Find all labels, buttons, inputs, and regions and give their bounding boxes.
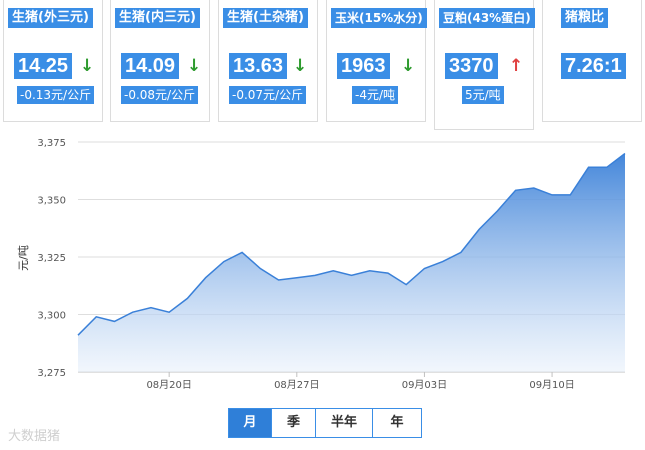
data-point[interactable] <box>258 267 262 271</box>
data-point[interactable] <box>550 193 554 197</box>
data-point[interactable] <box>459 250 463 254</box>
card-title: 生猪(土杂猪) <box>223 8 308 28</box>
data-point[interactable] <box>350 273 354 277</box>
price-card-pig-inner[interactable]: 生猪(内三元) 14.09 ↓ -0.08元/公斤 <box>110 0 210 122</box>
card-change: -0.07元/公斤 <box>229 86 307 104</box>
arrow-down-icon: ↓ <box>293 56 308 76</box>
data-point[interactable] <box>441 260 445 264</box>
x-tick-label: 08月20日 <box>146 379 191 391</box>
card-price: 14.09 <box>121 53 180 79</box>
price-card-soybean-meal[interactable]: 豆粕(43%蛋白) 3370 ↑ 5元/吨 <box>434 0 535 130</box>
arrow-down-icon: ↓ <box>80 56 95 76</box>
card-change: -0.08元/公斤 <box>121 86 199 104</box>
data-point[interactable] <box>240 250 244 254</box>
data-point[interactable] <box>386 271 390 275</box>
data-point[interactable] <box>368 269 372 273</box>
data-point[interactable] <box>222 260 226 264</box>
data-point[interactable] <box>167 310 171 314</box>
price-card-pig-grain-ratio[interactable]: 猪粮比 7.26:1 <box>542 0 642 122</box>
arrow-down-icon: ↓ <box>401 56 416 76</box>
data-point[interactable] <box>204 276 208 280</box>
price-chart: 3,275 3,300 3,325 3,350 3,375 08月20日 08月27日 09月… <box>0 125 645 405</box>
data-point[interactable] <box>277 278 281 282</box>
price-card-corn[interactable]: 玉米(15%水分) 1963 ↓ -4元/吨 <box>326 0 427 122</box>
card-title: 猪粮比 <box>561 8 609 28</box>
price-card-pig-local[interactable]: 生猪(土杂猪) 13.63 ↓ -0.07元/公斤 <box>218 0 318 122</box>
range-button-half-year[interactable]: 半年 <box>315 409 372 437</box>
data-point[interactable] <box>112 319 116 323</box>
y-tick-label: 3,325 <box>37 253 66 264</box>
data-point[interactable] <box>295 276 299 280</box>
x-tick-label: 09月03日 <box>402 379 447 391</box>
card-price: 13.63 <box>229 53 288 79</box>
y-tick-label: 3,350 <box>37 196 66 207</box>
card-price: 1963 <box>337 53 390 79</box>
data-point[interactable] <box>94 315 98 319</box>
arrow-up-icon: ↑ <box>509 56 524 76</box>
data-point[interactable] <box>422 267 426 271</box>
data-point[interactable] <box>605 165 609 169</box>
data-point[interactable] <box>477 227 481 231</box>
watermark: 大数据猪 <box>8 429 61 444</box>
card-title: 豆粕(43%蛋白) <box>439 8 535 28</box>
card-price: 3370 <box>445 53 498 79</box>
data-point[interactable] <box>623 152 627 156</box>
y-tick-label: 3,300 <box>37 311 66 322</box>
y-tick-label: 3,375 <box>37 138 66 149</box>
arrow-down-icon: ↓ <box>187 56 202 76</box>
data-point[interactable] <box>532 186 536 190</box>
x-tick-label: 08月27日 <box>274 379 319 391</box>
y-tick-label: 3,275 <box>37 368 66 379</box>
range-selector: 月 季 半年 年 <box>228 408 422 438</box>
data-point[interactable] <box>313 273 317 277</box>
data-point[interactable] <box>568 193 572 197</box>
card-title: 生猪(外三元) <box>8 8 93 28</box>
card-price: 7.26:1 <box>561 53 626 79</box>
price-card-pig-outer[interactable]: 生猪(外三元) 14.25 ↓ -0.13元/公斤 <box>3 0 103 122</box>
price-chart-svg: 3,275 3,300 3,325 3,350 3,375 08月20日 08月27日 09月… <box>17 138 627 391</box>
area-fill <box>78 153 625 372</box>
data-point[interactable] <box>587 165 591 169</box>
card-change: -4元/吨 <box>352 86 399 104</box>
range-button-year[interactable]: 年 <box>372 409 421 437</box>
data-point[interactable] <box>404 283 408 287</box>
range-button-quarter[interactable]: 季 <box>271 409 315 437</box>
card-change: -0.13元/公斤 <box>17 86 95 104</box>
price-cards: 生猪(外三元) 14.25 ↓ -0.13元/公斤 生猪(内三元) 14.09 … <box>0 0 645 130</box>
x-tick-label: 09月10日 <box>529 379 574 391</box>
card-price: 14.25 <box>14 53 73 79</box>
data-point[interactable] <box>76 333 80 337</box>
range-button-month[interactable]: 月 <box>229 409 271 437</box>
data-point[interactable] <box>185 296 189 300</box>
card-change: 5元/吨 <box>462 86 504 104</box>
data-point[interactable] <box>495 209 499 213</box>
card-title: 玉米(15%水分) <box>331 8 427 28</box>
data-point[interactable] <box>149 306 153 310</box>
y-axis-label: 元/吨 <box>17 245 30 271</box>
card-title: 生猪(内三元) <box>115 8 200 28</box>
data-point[interactable] <box>131 310 135 314</box>
data-point[interactable] <box>514 188 518 192</box>
data-point[interactable] <box>331 269 335 273</box>
